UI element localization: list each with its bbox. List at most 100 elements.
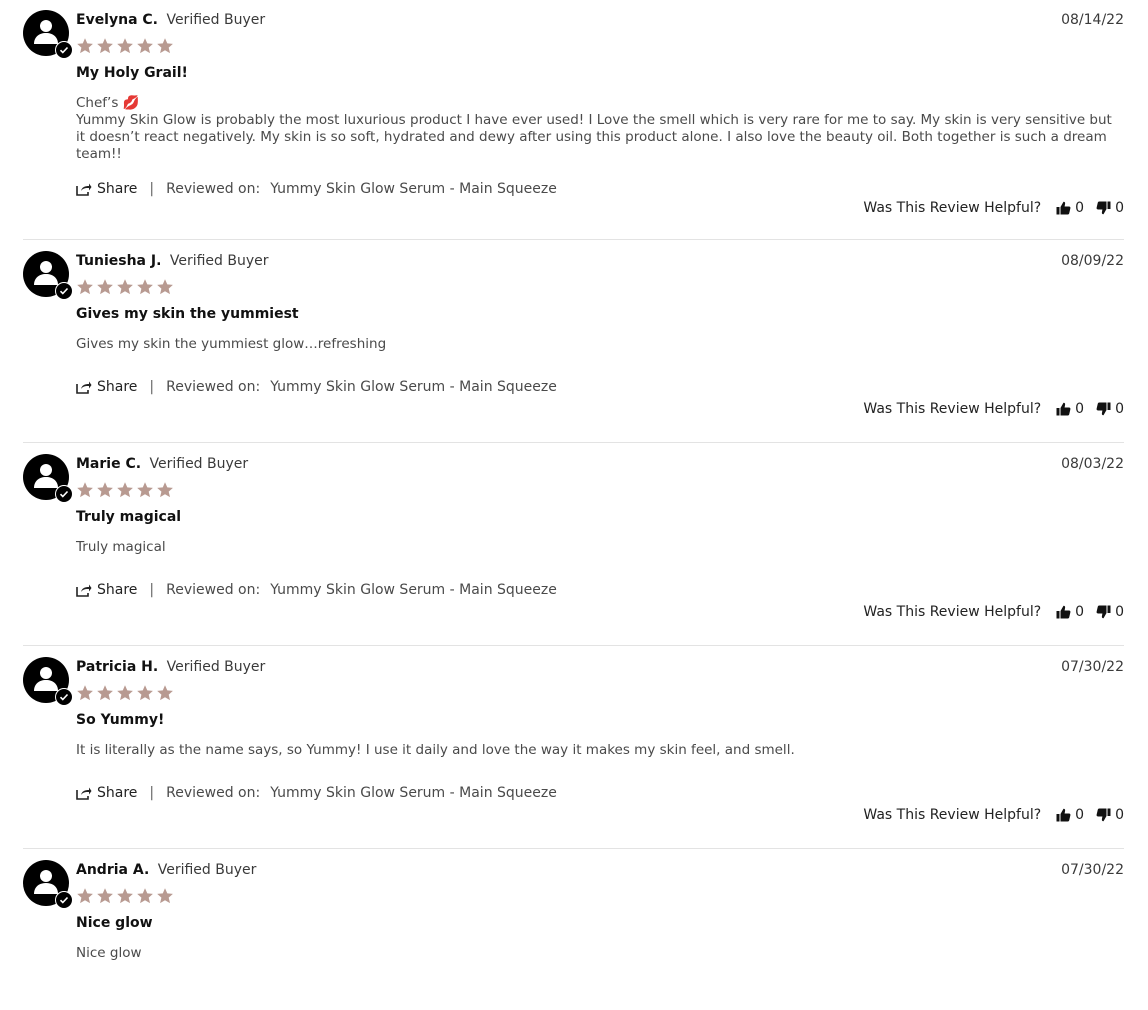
star-icon	[97, 685, 113, 701]
vote-up-button[interactable]: 0	[1056, 400, 1084, 418]
check-circle-icon	[55, 485, 73, 503]
review-date: 08/03/22	[1061, 456, 1124, 472]
verified-buyer-badge: Verified Buyer	[169, 253, 269, 269]
thumbs-down-icon	[1096, 402, 1111, 416]
divider: |	[149, 582, 155, 598]
thumbs-down-icon	[1096, 808, 1111, 822]
review-footer: Share | Reviewed on: Yummy Skin Glow Ser…	[76, 784, 557, 802]
vote-up-count: 0	[1075, 200, 1085, 216]
helpful-question: Was This Review Helpful?	[863, 807, 1042, 823]
share-label: Share	[97, 785, 138, 801]
vote-down-button[interactable]: 0	[1096, 199, 1124, 217]
review-body-line: Gives my skin the yummiest glow…refreshi…	[76, 336, 387, 352]
review-body-line: Yummy Skin Glow is probably the most lux…	[76, 112, 1112, 162]
review-body: It is literally as the name says, so Yum…	[76, 742, 1121, 759]
review-date: 08/14/22	[1061, 12, 1124, 28]
helpful-voting: Was This Review Helpful? 0 0	[863, 603, 1124, 621]
person-glyph	[34, 20, 58, 44]
vote-up-count: 0	[1075, 807, 1085, 823]
check-circle-icon	[55, 891, 73, 909]
vote-down-button[interactable]: 0	[1096, 603, 1124, 621]
person-glyph	[34, 667, 58, 691]
person-glyph	[34, 261, 58, 285]
helpful-voting: Was This Review Helpful? 0 0	[863, 400, 1124, 418]
share-button[interactable]: Share	[76, 180, 137, 198]
vote-up-count: 0	[1075, 604, 1085, 620]
divider: |	[149, 379, 155, 395]
star-icon	[157, 38, 173, 54]
reviews-list: Evelyna C. Verified Buyer 08/14/22 My Hol…	[23, 0, 1124, 1010]
share-label: Share	[97, 181, 138, 197]
star-rating	[76, 887, 174, 905]
star-icon	[117, 888, 133, 904]
star-icon	[97, 482, 113, 498]
star-rating	[76, 684, 174, 702]
star-icon	[77, 279, 93, 295]
product-link[interactable]: Yummy Skin Glow Serum - Main Squeeze	[270, 180, 557, 198]
product-link[interactable]: Yummy Skin Glow Serum - Main Squeeze	[270, 784, 557, 802]
thumbs-up-icon	[1056, 605, 1071, 619]
user-silhouette-icon	[23, 10, 73, 59]
share-icon	[76, 584, 92, 597]
review-item: Tuniesha J. Verified Buyer 08/09/22 Gives…	[23, 241, 1124, 443]
star-rating	[76, 37, 174, 55]
star-icon	[117, 482, 133, 498]
product-link[interactable]: Yummy Skin Glow Serum - Main Squeeze	[270, 581, 557, 599]
star-icon	[97, 279, 113, 295]
review-header: Patricia H. Verified Buyer	[76, 658, 265, 676]
reviewed-on-label: Reviewed on:	[166, 785, 261, 801]
divider: |	[149, 785, 155, 801]
vote-down-button[interactable]: 0	[1096, 806, 1124, 824]
helpful-question: Was This Review Helpful?	[863, 604, 1042, 620]
share-button[interactable]: Share	[76, 784, 137, 802]
reviewer-name: Andria A.	[76, 862, 150, 878]
review-title: So Yummy!	[76, 712, 165, 728]
star-icon	[77, 888, 93, 904]
helpful-voting: Was This Review Helpful? 0 0	[863, 806, 1124, 824]
vote-down-button[interactable]: 0	[1096, 400, 1124, 418]
star-icon	[137, 38, 153, 54]
review-footer: Share | Reviewed on: Yummy Skin Glow Ser…	[76, 581, 557, 599]
star-rating	[76, 481, 174, 499]
thumbs-up-icon	[1056, 402, 1071, 416]
star-icon	[137, 279, 153, 295]
person-glyph	[34, 464, 58, 488]
verified-buyer-badge: Verified Buyer	[166, 12, 266, 28]
star-icon	[77, 38, 93, 54]
review-body-line: Chef’s 💋	[76, 95, 140, 111]
vote-up-button[interactable]: 0	[1056, 806, 1084, 824]
user-silhouette-icon	[23, 251, 73, 300]
review-footer: Share | Reviewed on: Yummy Skin Glow Ser…	[76, 378, 557, 396]
thumbs-up-icon	[1056, 808, 1071, 822]
divider: |	[149, 181, 155, 197]
share-button[interactable]: Share	[76, 581, 137, 599]
review-body-line: Nice glow	[76, 945, 142, 961]
vote-up-button[interactable]: 0	[1056, 199, 1084, 217]
reviewer-name: Evelyna C.	[76, 12, 158, 28]
product-link[interactable]: Yummy Skin Glow Serum - Main Squeeze	[270, 378, 557, 396]
review-header: Marie C. Verified Buyer	[76, 455, 248, 473]
star-icon	[117, 38, 133, 54]
helpful-question: Was This Review Helpful?	[863, 200, 1042, 216]
vote-down-count: 0	[1115, 604, 1124, 620]
review-date: 07/30/22	[1061, 862, 1124, 878]
user-silhouette-icon	[23, 454, 73, 503]
verified-buyer-badge: Verified Buyer	[149, 456, 249, 472]
review-footer: Share | Reviewed on: Yummy Skin Glow Ser…	[76, 180, 557, 198]
review-title: Gives my skin the yummiest	[76, 306, 299, 322]
review-title: Nice glow	[76, 915, 153, 931]
share-button[interactable]: Share	[76, 378, 137, 396]
reviewer-name: Tuniesha J.	[76, 253, 162, 269]
person-glyph	[34, 870, 58, 894]
review-body: Nice glow	[76, 945, 1121, 962]
star-icon	[77, 482, 93, 498]
review-title: Truly magical	[76, 509, 182, 525]
vote-up-count: 0	[1075, 401, 1085, 417]
star-icon	[97, 38, 113, 54]
check-circle-icon	[55, 282, 73, 300]
star-icon	[157, 888, 173, 904]
vote-down-count: 0	[1115, 401, 1124, 417]
vote-down-count: 0	[1115, 807, 1124, 823]
vote-up-button[interactable]: 0	[1056, 603, 1084, 621]
review-header: Evelyna C. Verified Buyer	[76, 11, 265, 29]
